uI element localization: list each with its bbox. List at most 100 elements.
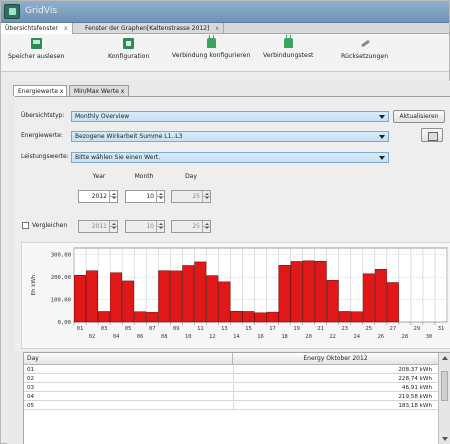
table-row[interactable]: 05 183,18 kWh: [24, 402, 450, 410]
chevron-down-icon: [379, 156, 385, 160]
table-row[interactable]: 04 219,58 kWh: [24, 393, 450, 401]
toolbar-label: Rücksetzungen: [341, 53, 389, 60]
stepper-value: 2012: [91, 193, 107, 200]
bar-day-25: [362, 273, 375, 323]
x-tick-label: 13: [221, 326, 228, 332]
tab-label: Übersichtsfenster: [5, 25, 58, 32]
bar-day-09: [170, 270, 183, 323]
x-tick-label: 31: [438, 326, 445, 332]
tab-label: Fenster der Graphen[Kaltenstrasse 2012]: [85, 25, 210, 32]
export-button[interactable]: [421, 128, 443, 142]
day-stepper[interactable]: 25: [171, 190, 211, 203]
scroll-up-icon[interactable]: [442, 356, 448, 360]
table-row[interactable]: 03 46,91 kWh: [24, 384, 450, 392]
x-tick-label: 24: [354, 334, 361, 340]
x-tick-label: 27: [390, 326, 397, 332]
y-tick-label: 100,00: [51, 298, 71, 304]
vertical-scrollbar[interactable]: [438, 353, 450, 444]
bar-day-05: [122, 280, 135, 323]
bar-day-11: [194, 261, 207, 323]
column-divider: [233, 375, 234, 383]
bar-day-23: [338, 311, 351, 323]
close-icon[interactable]: x: [60, 88, 64, 95]
selected-value: Bezogene Wirkarbeit Summe L1..L3: [75, 133, 183, 140]
table-row[interactable]: 02 228,74 kWh: [24, 375, 450, 383]
chevron-down-icon[interactable]: [109, 226, 117, 232]
compare-checkbox[interactable]: [22, 222, 29, 229]
connection-test-button[interactable]: Verbindungstest: [263, 35, 313, 59]
tab-label: Energiewerte: [18, 88, 58, 95]
energy-cell: 46,91 kWh: [401, 385, 432, 391]
x-tick-label: 02: [89, 334, 96, 340]
tab-overview[interactable]: Übersichtsfenster x: [1, 23, 73, 34]
x-tick-label: 16: [257, 334, 264, 340]
tab-energy-values[interactable]: Energiewerte x: [13, 85, 67, 96]
day-column-header[interactable]: Day: [24, 353, 233, 365]
energy-bar-chart: 0,00 100,00 200,00 300,00 Eh kWh 01 02 03 04 05 06…: [21, 242, 450, 349]
chevron-down-icon[interactable]: [156, 196, 164, 202]
overview-type-label: Übersichtstyp:: [21, 112, 65, 119]
bar-day-07: [146, 312, 159, 323]
stepper-value: 25: [192, 193, 200, 200]
energy-cell: 208,37 kWh: [398, 367, 432, 373]
y-tick-label: 200,00: [51, 275, 71, 281]
table-row[interactable]: 01 208,37 kWh: [24, 366, 450, 374]
window-title: GridVis: [25, 6, 58, 16]
energy-values-label: Energiewerte:: [21, 132, 63, 139]
month-stepper[interactable]: 10: [125, 190, 165, 203]
x-tick-label: 28: [402, 334, 409, 340]
energy-cell: 219,58 kWh: [398, 394, 432, 400]
bar-day-08: [158, 270, 171, 323]
x-tick-label: 29: [414, 326, 421, 332]
close-icon[interactable]: x: [215, 25, 219, 32]
compare-month-stepper[interactable]: 10: [125, 220, 165, 233]
stepper-value: 10: [146, 193, 154, 200]
close-icon[interactable]: x: [121, 88, 125, 95]
tab-graph-window[interactable]: Fenster der Graphen[Kaltenstrasse 2012] x: [81, 23, 224, 34]
x-tick-label: 03: [101, 326, 108, 332]
year-stepper[interactable]: 2012: [78, 190, 118, 203]
compare-day-stepper[interactable]: 25: [171, 220, 211, 233]
bar-day-06: [134, 311, 147, 323]
toolbar-label: Speicher auslesen: [8, 53, 65, 60]
plug-icon: [206, 35, 216, 48]
column-divider: [233, 393, 234, 401]
x-tick-label: 20: [305, 334, 312, 340]
power-values-label: Leistungswerte:: [21, 153, 69, 160]
x-tick-label: 12: [209, 334, 216, 340]
bar-day-24: [350, 311, 363, 323]
refresh-button[interactable]: Aktualisieren: [393, 110, 445, 123]
energy-values-select[interactable]: Bezogene Wirkarbeit Summe L1..L3: [71, 131, 389, 142]
stepper-value: 10: [146, 223, 154, 230]
day-cell: 02: [27, 376, 35, 382]
x-tick-label: 06: [137, 334, 144, 340]
reset-button[interactable]: Rücksetzungen: [341, 38, 388, 60]
toolbar-label: Konfiguration: [108, 53, 150, 60]
x-tick-label: 23: [341, 326, 348, 332]
power-values-select[interactable]: Bitte wählen Sie einen Wert.: [71, 152, 389, 163]
chevron-down-icon[interactable]: [202, 196, 210, 202]
read-memory-button[interactable]: Speicher auslesen: [8, 38, 64, 60]
x-tick-label: 07: [149, 326, 156, 332]
compare-label: Vergleichen: [32, 222, 68, 229]
chevron-down-icon[interactable]: [109, 196, 117, 202]
scroll-thumb[interactable]: [441, 371, 448, 401]
scroll-down-icon[interactable]: [442, 437, 448, 441]
overview-type-select[interactable]: Monthly Overview: [71, 111, 389, 122]
close-icon[interactable]: x: [64, 25, 68, 32]
configure-connection-button[interactable]: Verbindung konfigurieren: [172, 35, 250, 59]
chevron-down-icon[interactable]: [202, 226, 210, 232]
window-tab-strip: Übersichtsfenster x Fenster der Graphen[K…: [1, 23, 449, 34]
bar-day-26: [374, 269, 387, 323]
bar-day-12: [206, 275, 219, 323]
configuration-button[interactable]: Konfiguration: [108, 38, 149, 60]
chart-canvas: 0,00 100,00 200,00 300,00 Eh kWh 01 02 03 04 05 06…: [21, 242, 450, 349]
day-column-header: Day: [185, 173, 197, 180]
chevron-down-icon[interactable]: [156, 226, 164, 232]
tab-minmax-values[interactable]: Min/Max Werte x: [69, 85, 129, 96]
bar-day-16: [254, 312, 267, 323]
energy-column-header[interactable]: Energy Oktober 2012: [233, 353, 439, 365]
column-divider: [233, 402, 234, 410]
column-divider: [233, 366, 234, 374]
compare-year-stepper[interactable]: 2011: [78, 220, 118, 233]
